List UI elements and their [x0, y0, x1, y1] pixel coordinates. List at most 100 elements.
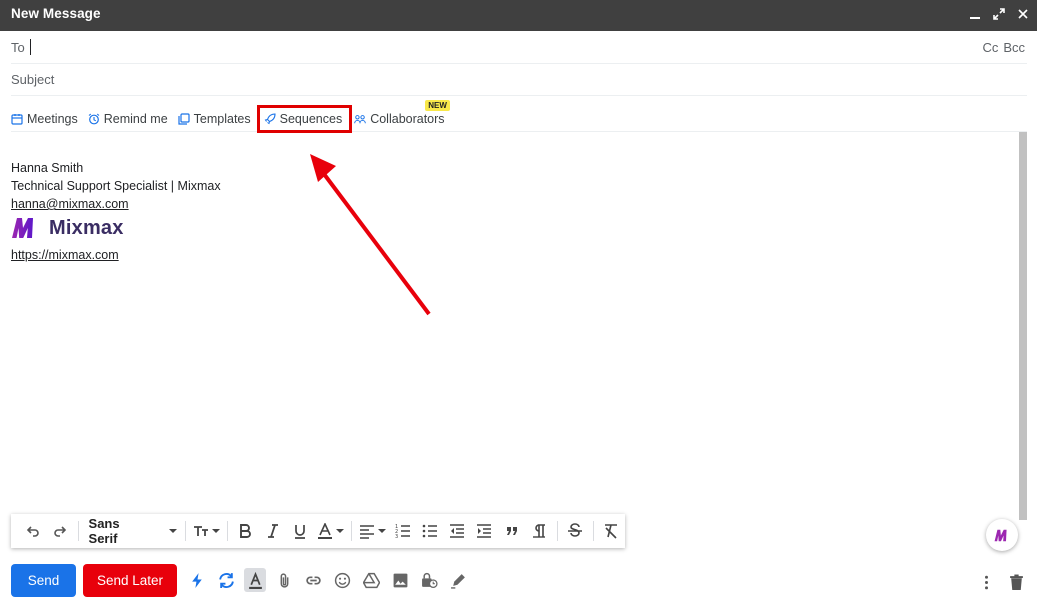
undo-button[interactable] — [19, 517, 46, 545]
redo-icon — [54, 526, 67, 537]
chevron-down-icon — [211, 529, 220, 533]
collaborators-label: Collaborators — [370, 112, 445, 126]
more-options-button[interactable] — [975, 570, 997, 594]
signature-website-link[interactable]: https://mixmax.com — [11, 246, 221, 264]
sequences-button[interactable]: Sequences — [256, 105, 353, 133]
window-title: New Message — [11, 6, 101, 21]
remind-me-button[interactable]: Remind me — [88, 112, 168, 126]
bulleted-list-icon — [422, 524, 437, 538]
mixmax-logo: Mixmax — [11, 216, 221, 240]
attach-button[interactable] — [273, 568, 295, 592]
align-button[interactable] — [356, 517, 389, 545]
signature-name: Hanna Smith — [11, 161, 84, 175]
quote-icon — [506, 527, 517, 535]
underline-icon — [295, 525, 306, 539]
numbered-list-button[interactable]: 123 — [389, 517, 416, 545]
redo-button[interactable] — [46, 517, 73, 545]
clear-formatting-icon — [605, 524, 618, 539]
rocket-icon — [264, 113, 276, 125]
text-size-icon — [193, 526, 208, 536]
remove-formatting-dir-button[interactable] — [525, 517, 552, 545]
body-scrollbar[interactable] — [1019, 132, 1027, 520]
mixmax-logo-mark — [12, 218, 33, 238]
insert-link-button[interactable] — [302, 568, 324, 592]
sequences-label: Sequences — [279, 112, 343, 126]
text-color-button[interactable] — [314, 517, 347, 545]
numbered-list-icon: 123 — [395, 524, 410, 539]
quote-button[interactable] — [498, 517, 525, 545]
indent-more-button[interactable] — [471, 517, 498, 545]
lightning-icon — [191, 572, 202, 588]
signature-button[interactable] — [447, 568, 469, 592]
send-later-button[interactable]: Send Later — [83, 564, 177, 597]
font-family-select[interactable]: Sans Serif — [83, 516, 181, 546]
underline-button[interactable] — [286, 517, 313, 545]
new-badge: NEW — [425, 100, 450, 111]
pilcrow-icon — [532, 524, 545, 538]
subject-input[interactable]: Subject — [11, 72, 54, 87]
message-body[interactable]: Hanna Smith Technical Support Specialist… — [11, 159, 221, 264]
bulleted-list-button[interactable] — [416, 517, 443, 545]
cc-link[interactable]: Cc — [982, 40, 998, 55]
lock-clock-icon — [421, 572, 438, 588]
confidential-mode-button[interactable] — [418, 568, 440, 592]
to-row[interactable]: To Cc Bcc — [11, 31, 1027, 64]
insert-photo-button[interactable] — [389, 568, 411, 592]
strikethrough-icon — [568, 523, 583, 537]
toolbar-separator — [556, 521, 558, 541]
to-label: To — [11, 40, 25, 55]
font-size-button[interactable] — [190, 517, 223, 545]
more-vert-icon — [984, 575, 988, 589]
text-format-icon — [248, 571, 262, 589]
mixmax-wordmark: Mixmax — [49, 217, 124, 239]
meetings-label: Meetings — [27, 112, 78, 126]
minimize-icon[interactable] — [967, 6, 983, 22]
font-family-value: Sans Serif — [88, 516, 120, 546]
signature-role: Technical Support Specialist | Mixmax — [11, 179, 221, 193]
sync-button[interactable] — [215, 568, 237, 592]
signature-email-link[interactable]: hanna@mixmax.com — [11, 195, 221, 213]
send-button[interactable]: Send — [11, 564, 76, 597]
expand-icon[interactable] — [991, 6, 1007, 22]
text-cursor — [30, 39, 31, 55]
remind-me-label: Remind me — [103, 112, 168, 126]
paperclip-icon — [280, 572, 288, 588]
toolbar-separator — [77, 521, 79, 541]
pen-icon — [450, 573, 465, 589]
italic-button[interactable] — [259, 517, 286, 545]
chevron-down-icon — [168, 529, 177, 533]
chevron-down-icon — [377, 529, 386, 533]
formatting-options-button[interactable] — [244, 568, 266, 592]
indent-less-icon — [450, 524, 465, 538]
strikethrough-button[interactable] — [562, 517, 589, 545]
chevron-down-icon — [335, 529, 344, 533]
toolbar-separator — [226, 521, 228, 541]
close-icon[interactable] — [1015, 6, 1031, 22]
italic-icon — [267, 524, 278, 538]
toolbar-separator — [592, 521, 594, 541]
text-color-icon — [317, 523, 332, 539]
lightning-button[interactable] — [186, 568, 208, 592]
right-actions — [975, 570, 1027, 594]
google-drive-button[interactable] — [360, 568, 382, 592]
bold-button[interactable] — [232, 517, 259, 545]
indent-less-button[interactable] — [443, 517, 470, 545]
emoji-button[interactable] — [331, 568, 353, 592]
smiley-icon — [334, 572, 350, 588]
clear-formatting-button[interactable] — [598, 517, 625, 545]
mixmax-floating-button[interactable] — [986, 519, 1018, 551]
subject-row[interactable]: Subject — [11, 63, 1027, 96]
annotation-arrow — [310, 154, 431, 316]
image-icon — [393, 573, 407, 587]
indent-more-icon — [477, 524, 492, 538]
discard-draft-button[interactable] — [1005, 570, 1027, 594]
bcc-link[interactable]: Bcc — [1003, 40, 1025, 55]
mixmax-toolbar: Meetings Remind me Templates Sequences C… — [11, 100, 455, 133]
collaborators-button[interactable]: Collaborators NEW — [354, 100, 450, 126]
alarm-clock-icon — [88, 113, 100, 125]
window-controls — [967, 6, 1031, 22]
templates-button[interactable]: Templates — [178, 112, 251, 126]
mixmax-toolbar-row: Meetings Remind me Templates Sequences C… — [11, 96, 1027, 133]
trash-icon — [1009, 574, 1023, 590]
meetings-button[interactable]: Meetings — [11, 112, 78, 126]
